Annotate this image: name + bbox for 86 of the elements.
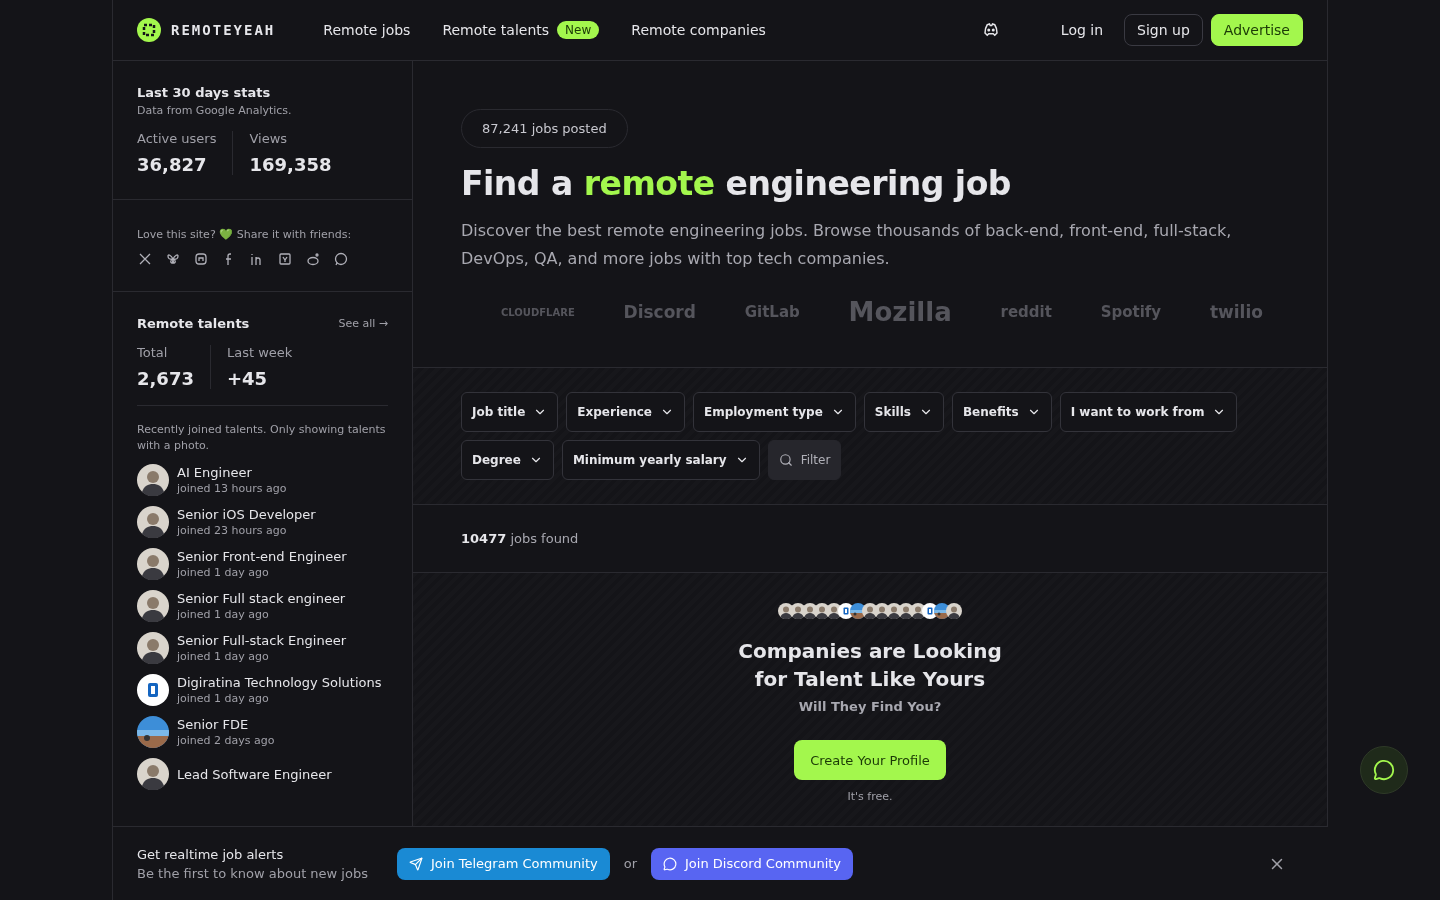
share-text: Love this site? 💚 Share it with friends: xyxy=(137,228,353,241)
avatar-icon xyxy=(137,590,169,622)
avatar-icon xyxy=(137,758,169,790)
talent-title[interactable]: Senior iOS Developer xyxy=(177,507,316,522)
filter-button[interactable]: Filter xyxy=(767,440,842,480)
joined-time: joined 1 day ago xyxy=(177,692,270,705)
or-text: or xyxy=(623,856,638,871)
promo-subtitle: Will They Find You? xyxy=(798,699,942,714)
company-logo-icon xyxy=(137,674,169,706)
joined-time: joined 23 hours ago xyxy=(177,524,288,537)
free-note: It's free. xyxy=(847,790,893,803)
stats-subtitle: Data from Google Analytics. xyxy=(137,104,293,117)
filter-dropdown[interactable]: Employment type xyxy=(692,392,856,432)
signup-button[interactable]: Sign up xyxy=(1124,14,1203,46)
x-logo-icon[interactable] xyxy=(137,251,153,267)
filter-dropdown[interactable]: Job title xyxy=(461,392,559,432)
stat-label: Active users xyxy=(137,131,217,146)
joined-time: joined 1 day ago xyxy=(177,566,270,579)
avatar-icon xyxy=(137,632,169,664)
company-logo: Mozilla xyxy=(848,297,952,327)
bluesky-icon[interactable] xyxy=(165,251,181,267)
company-logo: twilio xyxy=(1209,302,1263,322)
joined-time: joined 2 days ago xyxy=(177,734,275,747)
alert-subtitle: Be the first to know about new jobs xyxy=(137,865,369,881)
stat-label: Last week xyxy=(226,345,293,360)
send-icon xyxy=(409,856,423,871)
nav-link[interactable]: Remote jobs xyxy=(323,22,411,38)
new-badge: New xyxy=(557,21,600,39)
advertise-button[interactable]: Advertise xyxy=(1210,14,1303,46)
filter-dropdown[interactable]: Degree xyxy=(461,440,554,480)
talent-title[interactable]: Lead Software Engineer xyxy=(177,766,332,782)
talent-title[interactable]: Senior Front-end Engineer xyxy=(177,549,347,564)
discord-button[interactable]: Join Discord Community xyxy=(651,847,854,880)
joined-time: joined 1 day ago xyxy=(177,650,270,663)
reddit-icon[interactable] xyxy=(305,251,321,267)
joined-time: joined 1 day ago xyxy=(177,608,270,621)
whatsapp-icon[interactable] xyxy=(333,251,349,267)
talents-note: Recently joined talents. Only showing talents with a photo. xyxy=(137,405,388,454)
stat-value: 36,827 xyxy=(137,154,208,175)
talent-title[interactable]: AI Engineer xyxy=(177,465,287,480)
talent-title[interactable]: Senior FDE xyxy=(177,717,275,732)
company-logo: GitLab xyxy=(744,303,800,321)
talent-title[interactable]: Senior Full-stack Engineer xyxy=(177,633,346,648)
brand-logo-icon xyxy=(137,18,161,42)
talent-title[interactable]: Senior Full stack engineer xyxy=(177,591,346,606)
avatar-icon xyxy=(137,506,169,538)
see-all-link[interactable]: See all → xyxy=(338,317,388,330)
hero-title: Find a remote engineering job xyxy=(461,164,1012,203)
stat-value: 2,673 xyxy=(137,368,194,389)
filter-dropdown[interactable]: Skills xyxy=(863,392,944,432)
avatar-icon xyxy=(137,548,169,580)
filter-dropdown[interactable]: I want to work from xyxy=(1059,392,1238,432)
promo-title: Companies are Looking for Talent Like Yours xyxy=(738,638,1002,693)
avatar-icon xyxy=(946,603,962,619)
talent-title[interactable]: Digiratina Technology Solutions xyxy=(177,675,382,690)
company-logo: Discord xyxy=(623,302,696,322)
avatar-icon xyxy=(137,464,169,496)
chat-icon xyxy=(663,856,678,871)
stat-label: Views xyxy=(249,131,289,146)
mastodon-icon[interactable] xyxy=(193,251,209,267)
chat-icon xyxy=(1373,759,1395,781)
filter-dropdown[interactable]: Benefits xyxy=(951,392,1052,432)
stat-value: +45 xyxy=(226,368,269,389)
filter-dropdown[interactable]: Minimum yearly salary xyxy=(561,440,760,480)
discord-icon[interactable] xyxy=(981,21,1000,39)
nav-link[interactable]: Remote talents New xyxy=(442,21,600,39)
talents-title: Remote talents xyxy=(137,316,250,331)
company-logo: reddit xyxy=(1000,303,1052,321)
hero-description: Discover the best remote engineering jobs. Browse thousands of back-end, front-end, full-stack, DevOps, QA, and more jobs with top tech companies. xyxy=(461,220,1233,270)
joined-time: joined 13 hours ago xyxy=(177,482,287,495)
telegram-button[interactable]: Join Telegram Community xyxy=(397,847,610,880)
nav-link[interactable]: Remote companies xyxy=(631,22,766,38)
chat-button[interactable] xyxy=(1360,746,1408,794)
alert-title: Get realtime job alerts xyxy=(137,846,285,862)
brand-name[interactable]: REMOTEYEAH xyxy=(171,22,276,38)
company-logo: CLOUDFLARE xyxy=(501,306,575,318)
login-button[interactable]: Log in xyxy=(1047,14,1117,46)
search-icon xyxy=(778,453,793,467)
company-logo: Spotify xyxy=(1100,303,1162,321)
stat-label: Total xyxy=(137,345,169,360)
nav-label[interactable]: Remote talents xyxy=(442,22,550,38)
filter-dropdown[interactable]: Experience xyxy=(566,392,685,432)
ycombinator-icon[interactable] xyxy=(277,251,293,267)
stat-value: 169,358 xyxy=(249,154,332,175)
create-profile-button[interactable]: Create Your Profile xyxy=(794,740,946,780)
stats-title: Last 30 days stats xyxy=(137,85,272,100)
